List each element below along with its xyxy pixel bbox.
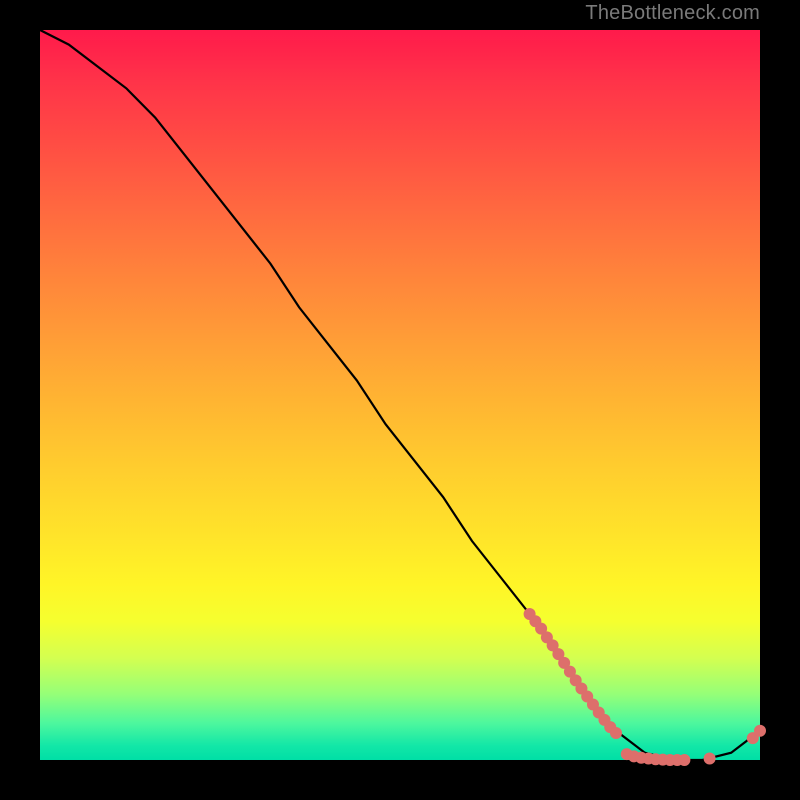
- attribution-text: TheBottleneck.com: [585, 2, 760, 25]
- data-points-group: [524, 608, 766, 766]
- data-point: [610, 727, 622, 739]
- data-point: [704, 753, 716, 765]
- chart-container: TheBottleneck.com: [0, 0, 800, 800]
- chart-overlay: [40, 30, 760, 760]
- data-point: [754, 725, 766, 737]
- bottleneck-curve-line: [40, 30, 760, 760]
- data-point: [678, 754, 690, 766]
